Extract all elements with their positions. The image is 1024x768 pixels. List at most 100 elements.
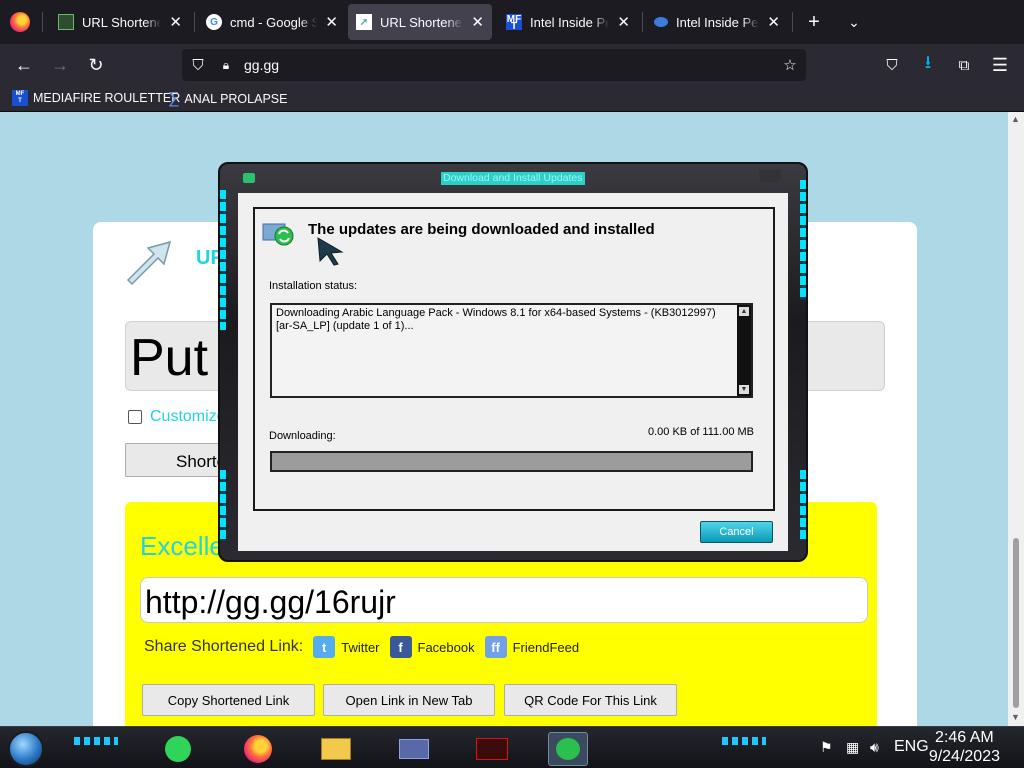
taskbar-notes-app[interactable] [158, 732, 198, 766]
share-row: Share Shortened Link: t Twitter f Facebo… [144, 636, 579, 658]
share-facebook[interactable]: f Facebook [389, 636, 475, 658]
shield-icon[interactable]: ⛉ [188, 55, 208, 75]
taskbar-decoration [722, 737, 766, 745]
flag-icon[interactable]: ⚑ [820, 739, 833, 756]
close-tab-icon[interactable]: ✕ [617, 13, 630, 31]
extensions-icon[interactable]: ⧉ [950, 51, 978, 79]
mft-icon: MF T [12, 90, 28, 106]
frame-light-right-bottom [800, 470, 806, 540]
clock[interactable]: 2:46 AM 9/24/2023 [929, 728, 1000, 766]
bookmark-label: MEDIAFIRE ROULETTER [33, 91, 181, 105]
tab-label: Intel Inside Penti [676, 14, 759, 30]
share-friendfeed[interactable]: ff FriendFeed [484, 636, 579, 658]
cancel-button[interactable]: Cancel [700, 521, 773, 543]
scrollbar-thumb[interactable] [1013, 538, 1019, 708]
tab-google-search[interactable]: G cmd - Google Sea ✕ [198, 4, 346, 40]
status-scrollbar[interactable]: ▲ ▼ [737, 305, 751, 396]
short-link-field[interactable]: http://gg.gg/16rujr [140, 577, 868, 623]
tab-intel-inside-1[interactable]: MFT Intel Inside Penti ✕ [498, 4, 638, 40]
customize-checkbox[interactable] [128, 410, 142, 424]
share-twitter[interactable]: t Twitter [313, 636, 380, 658]
taskbar-firefox[interactable] [238, 732, 278, 766]
folder-icon [321, 738, 351, 760]
start-button[interactable] [8, 731, 44, 767]
frame-light-right-top [800, 180, 806, 300]
site-arrow-logo [126, 240, 172, 286]
customize-option[interactable]: Customize [128, 408, 226, 426]
scroll-down-icon[interactable]: ▼ [739, 385, 749, 394]
network-icon[interactable]: ▦ [846, 739, 859, 756]
volume-icon[interactable]: 🔊︎ [870, 739, 879, 756]
list-tabs-icon[interactable]: ⌄ [842, 10, 866, 34]
open-link-button[interactable]: Open Link in New Tab [323, 684, 495, 716]
taskbar-media-app[interactable] [472, 732, 512, 766]
twitter-icon: t [313, 636, 336, 658]
dialog-close-icon[interactable] [759, 170, 781, 182]
address-bar[interactable]: ⛉ 🔒︎ gg.gg ☆ [182, 49, 806, 81]
frame-light-left-bottom [220, 470, 226, 540]
qr-code-button[interactable]: QR Code For This Link [504, 684, 677, 716]
share-label: Share Shortened Link: [144, 638, 304, 655]
bookmark-star-icon[interactable]: ☆ [780, 55, 800, 75]
installation-status-label: Installation status: [269, 280, 358, 292]
window-app-icon [399, 739, 429, 759]
new-tab-icon[interactable]: + [802, 10, 826, 34]
language-indicator[interactable]: ENG [894, 738, 929, 756]
scroll-up-icon[interactable]: ▲ [739, 307, 749, 316]
reload-icon[interactable]: ↻ [82, 51, 110, 79]
tab-label: URL Shortener, Br [82, 14, 162, 30]
bookmark-second[interactable]: ∑ ANAL PROLAPSE [168, 90, 287, 108]
close-tab-icon[interactable]: ✕ [169, 13, 182, 31]
taskbar-file-explorer[interactable] [316, 732, 356, 766]
url-text[interactable]: gg.gg [244, 57, 279, 73]
lock-icon[interactable]: 🔒︎ [216, 55, 236, 75]
taskbar-app-window[interactable] [394, 732, 434, 766]
mft-icon: MF T [506, 13, 522, 32]
taskbar-windows-update[interactable] [548, 732, 588, 766]
sigma-icon: ∑ [168, 90, 180, 107]
menu-icon[interactable]: ☰ [986, 51, 1014, 79]
tab-separator [642, 12, 643, 32]
customize-label: Customize [150, 408, 226, 425]
page-scrollbar[interactable]: ▲ ▼ [1008, 112, 1024, 726]
frame-light-left-top [220, 190, 226, 330]
downloading-label: Downloading: [269, 430, 336, 442]
bookmarks-toolbar: MF T MEDIAFIRE ROULETTER ∑ ANAL PROLAPSE [0, 86, 1024, 112]
installation-status-box[interactable]: Downloading Arabic Language Pack - Windo… [270, 303, 753, 398]
copy-link-button[interactable]: Copy Shortened Link [142, 684, 315, 716]
cursor-arrow-icon [317, 237, 344, 266]
close-tab-icon[interactable]: ✕ [471, 13, 484, 31]
download-size: 0.00 KB of 111.00 MB [648, 426, 754, 438]
back-icon[interactable]: ← [10, 51, 38, 79]
scroll-up-icon[interactable]: ▲ [1011, 114, 1020, 124]
taskbar-decoration [74, 737, 118, 745]
google-icon: G [206, 14, 222, 30]
facebook-icon: f [389, 636, 412, 658]
dialog-heading: The updates are being downloaded and ins… [308, 221, 655, 238]
dialog-app-icon [243, 173, 255, 183]
close-tab-icon[interactable]: ✕ [767, 13, 780, 31]
tab-label: cmd - Google Sea [230, 14, 318, 30]
navigation-toolbar: ← → ↻ ⛉ 🔒︎ gg.gg ☆ ⛉ ⭳ ⧉ ☰ [0, 44, 1024, 86]
blue-eye-icon [654, 17, 668, 27]
dialog-title: Download and Install Updates [441, 172, 585, 185]
tab-intel-inside-2[interactable]: Intel Inside Penti ✕ [646, 4, 788, 40]
pocket-icon[interactable]: ⛉ [878, 51, 906, 79]
firefox-icon [244, 735, 272, 763]
forward-icon[interactable]: → [46, 51, 74, 79]
friendfeed-icon: ff [484, 636, 507, 658]
firefox-icon[interactable] [10, 12, 30, 32]
downloads-icon[interactable]: ⭳ [914, 51, 942, 79]
download-progress-bar [270, 451, 753, 472]
tab-label: Intel Inside Penti [530, 14, 610, 30]
scroll-down-icon[interactable]: ▼ [1011, 712, 1020, 722]
clock-date: 9/24/2023 [928, 748, 1000, 765]
tab-url-shortener-active[interactable]: ➚ URL Shortener - ✕ [348, 4, 492, 40]
result-heading: Excelle [140, 531, 224, 561]
red-app-icon [476, 738, 508, 760]
tab-url-shortener-1[interactable]: URL Shortener, Br ✕ [50, 4, 190, 40]
tab-separator [42, 12, 43, 32]
bookmark-mediafire[interactable]: MF T MEDIAFIRE ROULETTER [12, 90, 180, 106]
close-tab-icon[interactable]: ✕ [325, 13, 338, 31]
taskbar: ⚑ ▦ 🔊︎ ENG 2:46 AM 9/24/2023 [0, 726, 1024, 768]
